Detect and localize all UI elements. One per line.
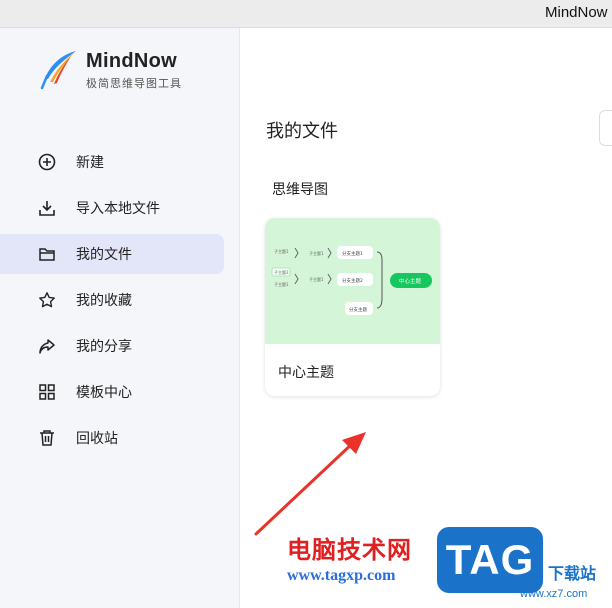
thumb-subtopic-text: 分支主题2 — [342, 277, 363, 284]
sidebar-item-label: 新建 — [76, 154, 104, 170]
share-icon — [38, 337, 56, 355]
sidebar-item-new[interactable]: 新建 — [0, 142, 224, 182]
mindmap-thumbnail: 子主题1 子主题2 子主题1 子主题1 子主题1 分支主题1 分支主题2 分支主… — [265, 218, 440, 344]
sidebar-item-label: 我的收藏 — [76, 292, 132, 308]
thumb-leaf-text: 子主题2 — [274, 269, 289, 275]
sidebar-item-label: 导入本地文件 — [76, 200, 160, 216]
window-title: MindNow — [545, 4, 608, 21]
sidebar-item-label: 回收站 — [76, 430, 118, 446]
star-icon — [38, 291, 56, 309]
sidebar-item-label: 我的分享 — [76, 338, 132, 354]
thumb-leaf-text: 子主题1 — [274, 281, 289, 287]
sidebar-item-my-files[interactable]: 我的文件 — [0, 234, 224, 274]
watermark-site-url: www.xz7.com — [520, 588, 588, 600]
sidebar-item-templates[interactable]: 模板中心 — [0, 372, 224, 412]
brand-tagline: 极简思维导图工具 — [86, 78, 182, 90]
watermark-url: www.tagxp.com — [287, 567, 396, 584]
watermark-site: 下载站 — [548, 566, 597, 583]
sidebar: MindNow 极简思维导图工具 新建 导入本地文件 我的文件 我的收藏 我的分… — [0, 28, 240, 608]
grid-icon — [38, 383, 56, 401]
watermark-text: 电脑技术网 — [287, 537, 412, 564]
file-card[interactable]: 子主题1 子主题2 子主题1 子主题1 子主题1 分支主题1 分支主题2 分支主… — [265, 218, 440, 396]
trash-icon — [38, 429, 56, 447]
page-title: 我的文件 — [266, 121, 338, 141]
sidebar-item-import[interactable]: 导入本地文件 — [0, 188, 224, 228]
thumb-subtopic-text: 分支主题1 — [342, 250, 363, 257]
section-title: 思维导图 — [272, 181, 328, 197]
sidebar-item-label: 我的文件 — [76, 246, 132, 262]
thumb-leaf-text: 子主题1 — [309, 250, 324, 256]
title-bar: MindNow — [0, 0, 612, 28]
search-box[interactable] — [599, 110, 612, 146]
feather-logo-icon — [40, 51, 76, 90]
file-card-title: 中心主题 — [278, 364, 334, 380]
thumb-leaf-text: 子主题1 — [274, 248, 289, 254]
thumb-center-text: 中心主题 — [399, 277, 422, 285]
sidebar-item-trash[interactable]: 回收站 — [0, 418, 224, 458]
sidebar-item-favorites[interactable]: 我的收藏 — [0, 280, 224, 320]
thumb-subtopic-text: 分支主题 — [349, 306, 367, 313]
thumb-leaf-text: 子主题1 — [309, 276, 324, 282]
folder-icon — [38, 245, 56, 263]
annotation-arrow-icon — [254, 432, 366, 536]
brand-name: MindNow — [86, 50, 177, 72]
plus-circle-icon — [38, 153, 56, 171]
watermark-tag-logo: TAG — [437, 527, 543, 593]
download-icon — [38, 199, 56, 217]
sidebar-item-label: 模板中心 — [76, 384, 132, 400]
sidebar-item-shared[interactable]: 我的分享 — [0, 326, 224, 366]
